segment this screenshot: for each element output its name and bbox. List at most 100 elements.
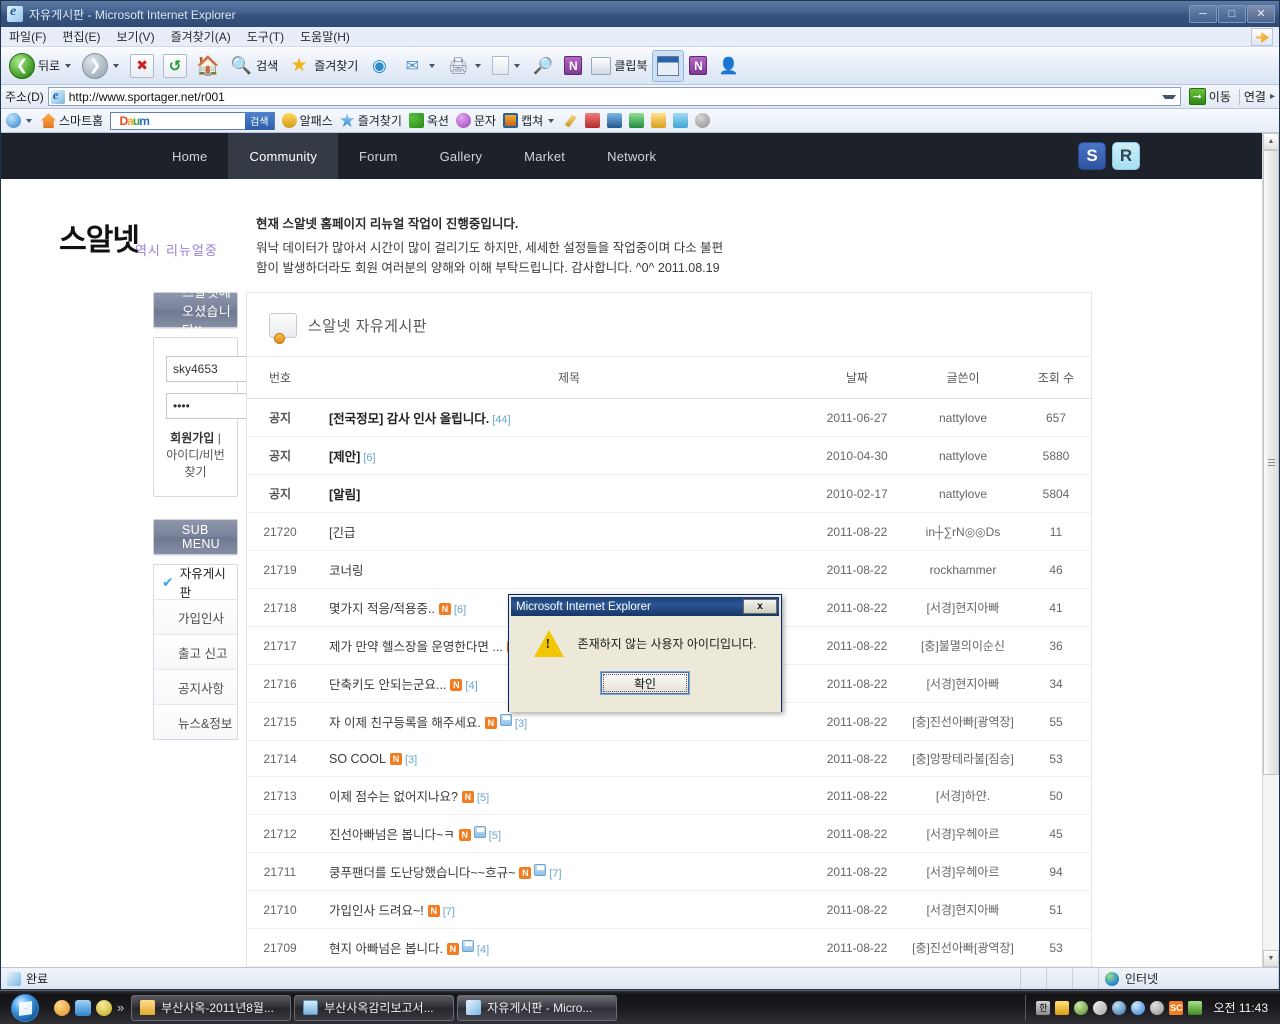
row-title-link[interactable]: 진선아빠넘은 봅니다~ㅋ bbox=[329, 828, 455, 842]
taskbar-clock[interactable]: 오전 11:43 bbox=[1213, 999, 1268, 1016]
sidebar-item-delivery-report[interactable]: 출고 신고 bbox=[154, 634, 237, 669]
sms-button[interactable]: 문자 bbox=[455, 112, 496, 129]
allpass-button[interactable]: 알패스 bbox=[281, 112, 333, 129]
capture-button[interactable]: 캡쳐 bbox=[503, 112, 556, 129]
nav-item-gallery[interactable]: Gallery bbox=[419, 133, 504, 179]
page-dropdown-icon[interactable] bbox=[514, 63, 521, 68]
row-title-link[interactable]: 코너링 bbox=[329, 564, 364, 578]
scrollbar-thumb[interactable] bbox=[1263, 150, 1279, 775]
antivirus-icon[interactable] bbox=[1074, 1000, 1089, 1015]
onenote-link-button[interactable]: N bbox=[685, 50, 711, 82]
row-author[interactable]: [서경]우헤아르 bbox=[905, 814, 1021, 853]
scroll-down-button[interactable]: ▼ bbox=[1263, 950, 1279, 967]
note-icon[interactable] bbox=[651, 113, 667, 128]
network-icon[interactable] bbox=[1131, 1000, 1146, 1015]
sidebar-item-free-board[interactable]: ✔ 자유게시판 bbox=[154, 564, 237, 600]
row-author[interactable]: [충]앙팡테라불[짐승] bbox=[905, 740, 1021, 777]
security-zone-cell[interactable]: 인터넷 bbox=[1099, 968, 1279, 989]
daum-favorites-button[interactable]: 즐겨찾기 bbox=[340, 112, 402, 129]
clipbook-button[interactable]: 클립북 bbox=[587, 50, 651, 82]
table-row[interactable]: 공지 [전국정모] 감사 인사 올립니다. [44] 2011-06-27 nattyl… bbox=[247, 398, 1091, 437]
badge-r-button[interactable]: R bbox=[1112, 142, 1140, 170]
table-row[interactable]: 21720 [긴급 2011-08-22 in┼∑rN◎◎Ds 11 bbox=[247, 512, 1091, 551]
row-author[interactable]: [서경]현지아빠 bbox=[905, 664, 1021, 703]
row-author[interactable]: [충]불멸의이순신 bbox=[905, 626, 1021, 665]
stop-button[interactable]: ✖ bbox=[126, 50, 158, 82]
taskbar-item-folder[interactable]: 부산사옥-2011년8월... bbox=[131, 994, 292, 1021]
print-button[interactable]: 🖨 bbox=[442, 50, 487, 82]
home-button[interactable]: 🏠 bbox=[192, 50, 224, 82]
row-title-link[interactable]: [알림] bbox=[329, 488, 360, 502]
save-icon[interactable] bbox=[607, 113, 623, 128]
row-author[interactable]: [서경]우헤아르 bbox=[905, 852, 1021, 891]
address-dropdown-icon[interactable] bbox=[1161, 94, 1176, 99]
row-title-link[interactable]: 자 이제 친구등록을 해주세요. bbox=[329, 716, 481, 730]
forward-button[interactable]: ❯ bbox=[78, 50, 125, 82]
menu-favorites[interactable]: 즐겨찾기(A) bbox=[171, 28, 241, 45]
row-author[interactable]: [서경]현지아빠 bbox=[905, 588, 1021, 627]
row-author[interactable]: [서경]하얀. bbox=[905, 776, 1021, 815]
mail-button[interactable]: ✉ bbox=[396, 50, 441, 82]
badge-s-button[interactable]: S bbox=[1078, 142, 1106, 170]
table-row[interactable]: 21712 진선아빠넘은 봅니다~ㅋ N [5] 2011-08-22 [서경]우헤아르 4… bbox=[247, 814, 1091, 853]
table-row[interactable]: 21719 코너링 2011-08-22 rockhammer 46 bbox=[247, 550, 1091, 589]
favorites-button[interactable]: ★ 즐겨찾기 bbox=[283, 50, 362, 82]
nav-item-community[interactable]: Community bbox=[228, 133, 339, 179]
minimize-button[interactable]: ─ bbox=[1189, 5, 1217, 23]
scroll-up-button[interactable]: ▲ bbox=[1263, 133, 1279, 150]
daum-search-box[interactable]: Daum 검색 bbox=[110, 111, 275, 130]
row-author[interactable]: nattylove bbox=[905, 398, 1021, 437]
onenote-send-button[interactable]: N bbox=[560, 50, 586, 82]
pill-icon[interactable] bbox=[1093, 1000, 1108, 1015]
auction-button[interactable]: 옥션 bbox=[408, 112, 449, 129]
mail-dropdown-icon[interactable] bbox=[429, 63, 436, 68]
close-button[interactable]: ✕ bbox=[1247, 5, 1275, 23]
row-author[interactable]: [충]진선아빠[광역장] bbox=[905, 966, 1021, 967]
quicklaunch-ie-icon[interactable] bbox=[75, 999, 91, 1016]
page-button[interactable] bbox=[488, 50, 526, 82]
site-logo[interactable]: 스알넷역시 리뉴얼중 bbox=[1, 207, 256, 278]
back-button[interactable]: ❮ 뒤로 bbox=[5, 50, 77, 82]
print-dropdown-icon[interactable] bbox=[475, 63, 482, 68]
row-title-link[interactable]: [제안] bbox=[329, 450, 360, 464]
taskbar-item-document[interactable]: 부산사옥감리보고서... bbox=[294, 994, 455, 1021]
shield-icon[interactable] bbox=[1055, 1000, 1070, 1015]
dialog-ok-button[interactable]: 확인 bbox=[601, 672, 689, 694]
table-row[interactable]: 21710 가입인사 드려요~! N [7] 2011-08-22 [서경]현지아빠 51 bbox=[247, 890, 1091, 929]
address-input-box[interactable]: http://www.sportager.net/r001 bbox=[47, 87, 1181, 106]
sidebar-item-notices[interactable]: 공지사항 bbox=[154, 669, 237, 704]
tools-button[interactable]: 🔎 bbox=[527, 50, 559, 82]
row-author[interactable]: nattylove bbox=[905, 474, 1021, 513]
row-title-link[interactable]: 가입인사 드려요~! bbox=[329, 904, 424, 918]
row-author[interactable]: [서경]현지아빠 bbox=[905, 890, 1021, 929]
menu-help[interactable]: 도움말(H) bbox=[300, 28, 360, 45]
daum-dropdown-icon[interactable] bbox=[26, 118, 32, 123]
nav-item-network[interactable]: Network bbox=[586, 133, 677, 179]
menu-view[interactable]: 보기(V) bbox=[116, 28, 164, 45]
row-title-link[interactable]: 몇가지 적응/적용중.. bbox=[329, 602, 435, 616]
history-button[interactable]: ◉ bbox=[363, 50, 395, 82]
more-options-icon[interactable] bbox=[695, 113, 711, 128]
nav-item-home[interactable]: Home bbox=[151, 133, 228, 179]
quicklaunch-more-icon[interactable]: » bbox=[117, 1000, 124, 1015]
table-row[interactable]: 21708글쓰기 테스트 중입니다.N[4]2011-08-22[충]진선아빠[… bbox=[247, 966, 1091, 967]
smarthome-button[interactable]: 스마트홈 bbox=[41, 112, 103, 129]
table-row[interactable]: 21709 현지 아빠넘은 봅니다. N [4] 2011-08-22 [충]진선아빠[광… bbox=[247, 928, 1091, 967]
capture-dropdown-icon[interactable] bbox=[548, 118, 555, 123]
row-title-link[interactable]: 단축키도 안되는군요... bbox=[329, 678, 446, 692]
address-url[interactable]: http://www.sportager.net/r001 bbox=[69, 90, 1156, 104]
daum-menu-button[interactable] bbox=[6, 113, 34, 128]
dialog-close-button[interactable]: x bbox=[743, 599, 777, 614]
book-icon[interactable] bbox=[585, 113, 601, 128]
messenger-button[interactable]: 👤 bbox=[712, 50, 744, 82]
start-button[interactable] bbox=[3, 993, 47, 1023]
maximize-button[interactable]: □ bbox=[1218, 5, 1246, 23]
excel-icon[interactable] bbox=[629, 113, 645, 128]
nav-item-forum[interactable]: Forum bbox=[338, 133, 419, 179]
table-row[interactable]: 21713 이제 점수는 없어지나요? N [5] 2011-08-22 [서경]하얀. 5… bbox=[247, 776, 1091, 815]
chevron-right-icon[interactable]: ▸ bbox=[1270, 91, 1275, 102]
taskbar-item-browser[interactable]: 자유게시판 - Micro... bbox=[457, 994, 618, 1021]
row-title-link[interactable]: [긴급 bbox=[329, 526, 355, 540]
row-author[interactable]: [충]진선아빠[광역장] bbox=[905, 928, 1021, 967]
forward-dropdown-icon[interactable] bbox=[113, 63, 120, 68]
